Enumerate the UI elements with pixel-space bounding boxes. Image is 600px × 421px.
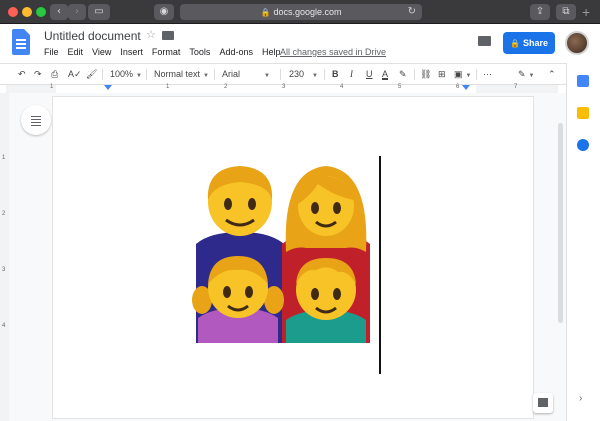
ruler-number: 2: [224, 84, 228, 90]
font-select[interactable]: Arial ▼: [222, 64, 270, 85]
italic-button[interactable]: I: [350, 64, 353, 85]
reload-icon[interactable]: ↻: [408, 4, 416, 20]
ruler-number: 5: [398, 84, 402, 90]
vruler-number: 1: [2, 155, 6, 161]
add-comment-icon[interactable]: ⊞: [438, 64, 446, 85]
bold-button[interactable]: B: [332, 64, 339, 85]
print-icon[interactable]: ⎙: [51, 64, 58, 85]
ruler-number: 1: [50, 84, 54, 90]
underline-button[interactable]: U: [366, 64, 373, 85]
sidebar-toggle-icon[interactable]: ▭: [88, 4, 110, 20]
vruler-number: 4: [2, 323, 6, 329]
text-cursor: [379, 156, 381, 374]
browser-titlebar: ‹ › ▭ ◉ 🔒 docs.google.com ↻ ⇪ ⧉ +: [0, 0, 600, 24]
keep-icon[interactable]: [577, 107, 589, 119]
ruler-number: 3: [282, 84, 286, 90]
expand-panel-icon[interactable]: ›: [579, 393, 582, 404]
share-label: Share: [522, 38, 548, 48]
font-size-select[interactable]: 230 ▼: [289, 64, 318, 85]
ruler-number: 4: [340, 84, 344, 90]
tasks-icon[interactable]: [577, 139, 589, 151]
menu-view[interactable]: View: [92, 47, 111, 57]
vruler-number: 2: [2, 211, 6, 217]
ruler-number: 7: [514, 84, 518, 90]
vertical-ruler: 1 2 3 4: [0, 93, 9, 421]
docs-header: Untitled document ☆ File Edit View Inser…: [0, 25, 600, 63]
style-select[interactable]: Normal text ▼: [154, 64, 209, 85]
minimize-window-button[interactable]: [22, 7, 32, 17]
text-color-button[interactable]: A: [382, 64, 388, 85]
tabs-overview-icon[interactable]: ⧉: [556, 4, 576, 20]
ruler-number: 1: [166, 84, 170, 90]
forward-button[interactable]: ›: [68, 4, 86, 20]
docs-logo-icon[interactable]: [12, 29, 30, 55]
left-indent-marker[interactable]: [104, 85, 112, 90]
explore-button[interactable]: [533, 393, 553, 413]
horizontal-ruler[interactable]: 1 1 2 3 4 5 6 7: [6, 84, 558, 93]
menu-format[interactable]: Format: [152, 47, 181, 57]
spellcheck-icon[interactable]: A✓: [68, 64, 82, 85]
lock-icon: 🔒: [510, 39, 520, 48]
save-status[interactable]: All changes saved in Drive: [280, 47, 386, 57]
more-options-button[interactable]: ···: [483, 64, 492, 85]
close-window-button[interactable]: [8, 7, 18, 17]
url-text: docs.google.com: [273, 7, 342, 17]
lock-icon: 🔒: [260, 8, 271, 17]
menu-file[interactable]: File: [44, 47, 59, 57]
back-button[interactable]: ‹: [50, 4, 68, 20]
calendar-icon[interactable]: [577, 75, 589, 87]
address-bar[interactable]: 🔒 docs.google.com ↻: [180, 4, 422, 20]
star-icon[interactable]: ☆: [146, 28, 156, 41]
paint-format-icon[interactable]: 🖌: [86, 64, 97, 85]
redo-icon[interactable]: ↷: [34, 64, 42, 85]
folder-icon[interactable]: [162, 31, 174, 40]
side-panel: ›: [566, 63, 600, 421]
zoom-select[interactable]: 100% ▼: [110, 64, 142, 85]
share-button[interactable]: 🔒 Share: [503, 32, 555, 54]
document-title[interactable]: Untitled document: [44, 29, 141, 43]
comment-icon[interactable]: [478, 36, 491, 46]
family-emoji-image[interactable]: [188, 160, 378, 343]
menu-addons[interactable]: Add-ons: [219, 47, 253, 57]
formatting-toolbar: ↶ ↷ ⎙ A✓ 🖌 100% ▼ Normal text ▼ Arial ▼ 230…: [0, 63, 566, 85]
share-icon[interactable]: ⇪: [530, 4, 550, 20]
menu-bar: File Edit View Insert Format Tools Add-o…: [44, 47, 280, 57]
avatar[interactable]: [565, 31, 589, 55]
menu-edit[interactable]: Edit: [68, 47, 84, 57]
insert-image-icon[interactable]: ▣ ▼: [454, 64, 471, 85]
menu-help[interactable]: Help: [262, 47, 281, 57]
menu-insert[interactable]: Insert: [120, 47, 143, 57]
right-indent-marker[interactable]: [462, 85, 470, 90]
vruler-number: 3: [2, 267, 6, 273]
link-icon[interactable]: ⛓: [420, 64, 431, 85]
collapse-menus-icon[interactable]: ⌃: [548, 64, 556, 85]
new-tab-icon[interactable]: +: [582, 4, 590, 20]
document-outline-button[interactable]: [21, 105, 51, 135]
undo-icon[interactable]: ↶: [18, 64, 26, 85]
highlight-icon[interactable]: ✎: [399, 64, 407, 85]
menu-tools[interactable]: Tools: [189, 47, 210, 57]
editing-mode-icon[interactable]: ✎ ▼: [518, 64, 535, 85]
vertical-scrollbar[interactable]: [558, 123, 563, 323]
ruler-number: 6: [456, 84, 460, 90]
zoom-window-button[interactable]: [36, 7, 46, 17]
privacy-shield-icon[interactable]: ◉: [154, 4, 174, 20]
